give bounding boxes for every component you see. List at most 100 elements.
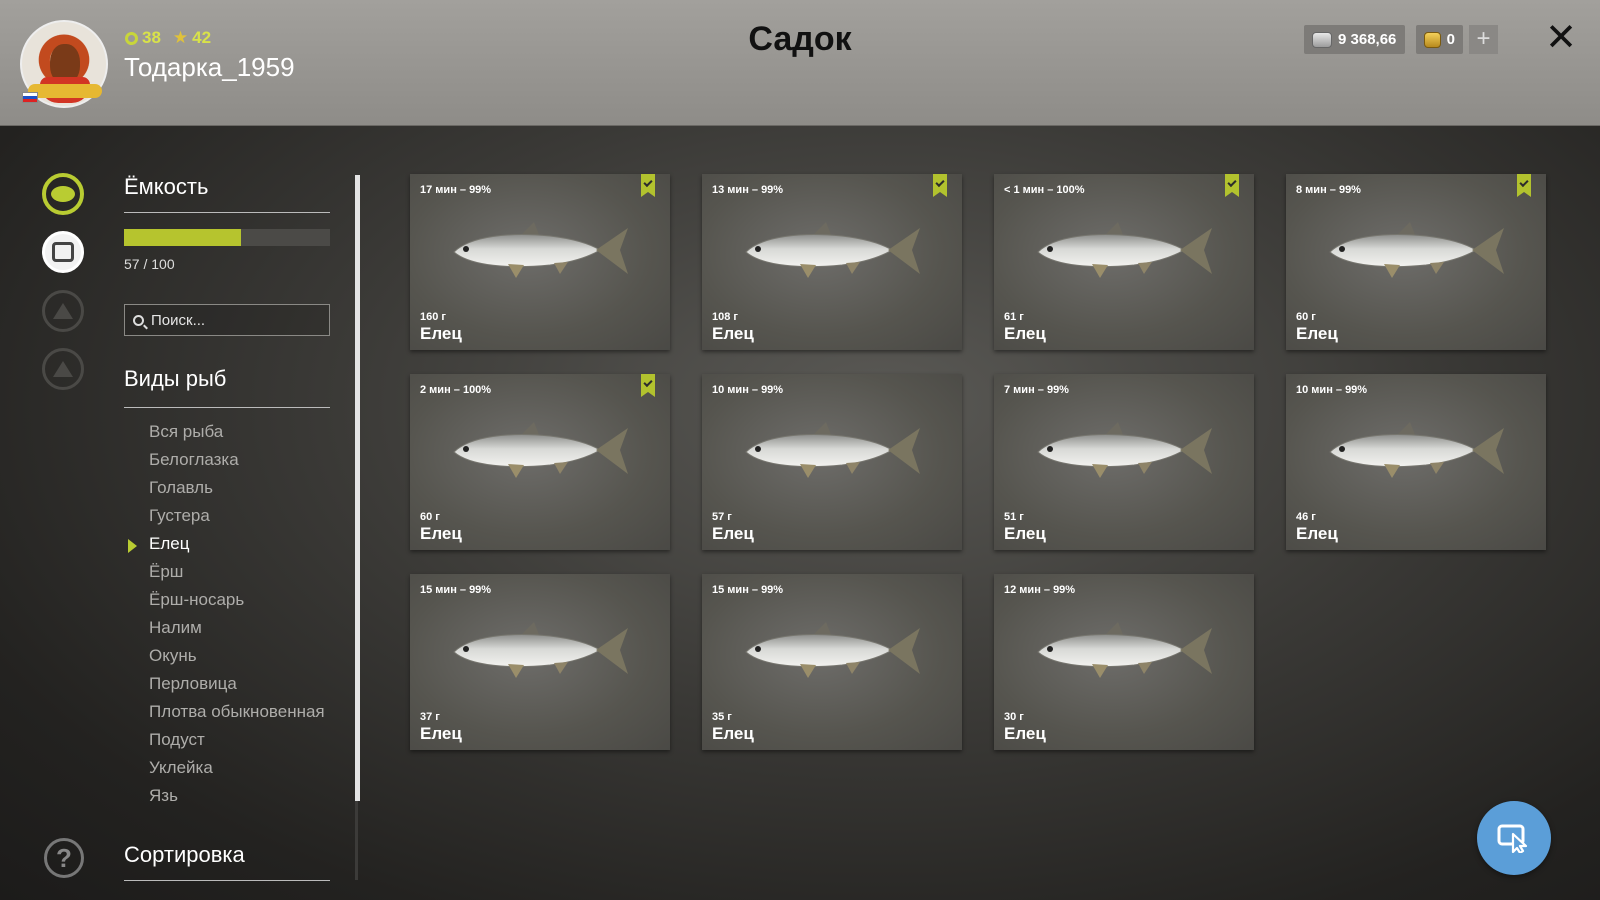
filters-scrollbar-thumb[interactable]	[355, 175, 360, 801]
fish-weight: 60 г	[420, 511, 440, 523]
elets-fish-image	[1037, 622, 1212, 678]
elets-fish-image	[1037, 422, 1212, 478]
silver-coins-icon	[1312, 31, 1332, 48]
elets-fish-image	[1329, 422, 1504, 478]
fish-weight: 61 г	[1004, 311, 1024, 323]
capacity-title: Ёмкость	[124, 174, 209, 199]
fish-card[interactable]: 10 мин – 99% 46 г Елец	[1286, 374, 1546, 550]
search-icon	[133, 314, 144, 326]
fish-weight: 51 г	[1004, 511, 1024, 523]
fish-weight: 30 г	[1004, 711, 1024, 723]
capacity-bar	[124, 229, 330, 246]
tent-icon[interactable]	[42, 290, 84, 332]
fish-name: Елец	[1004, 524, 1046, 543]
fish-name: Елец	[712, 324, 754, 343]
species-item[interactable]: Ёрш	[149, 562, 325, 590]
species-item[interactable]: Плотва обыкновенная	[149, 702, 325, 730]
species-item[interactable]: Елец	[128, 534, 325, 562]
fish-name: Елец	[1004, 724, 1046, 743]
fish-weight: 60 г	[1296, 311, 1316, 323]
russia-flag-icon	[22, 92, 38, 103]
species-list: Вся рыба Белоглазка Голавль Густера Елец Ёрш Ё…	[128, 422, 325, 814]
gold-balance: 0	[1416, 25, 1463, 54]
species-item[interactable]: Подуст	[149, 730, 325, 758]
divider	[124, 212, 330, 213]
cursor-mode-button[interactable]	[1477, 801, 1551, 875]
fish-time-quality: 15 мин – 99%	[420, 584, 492, 596]
fish-icon[interactable]	[42, 173, 84, 215]
fish-time-quality: < 1 мин – 100%	[1004, 184, 1085, 196]
species-item[interactable]: Густера	[149, 506, 325, 534]
fish-name: Елец	[1296, 524, 1338, 543]
fish-card[interactable]: 8 мин – 99% 60 г Елец	[1286, 174, 1546, 350]
elets-fish-image	[745, 422, 920, 478]
bookmark-icon[interactable]	[641, 374, 655, 397]
capacity-text: 57 / 100	[124, 256, 175, 272]
fish-weight: 57 г	[712, 511, 732, 523]
divider	[124, 880, 330, 881]
fish-weight: 108 г	[712, 311, 738, 323]
cursor-pointer-icon	[1497, 824, 1528, 853]
silver-balance: 9 368,66	[1304, 25, 1405, 54]
gold-amount: 0	[1446, 31, 1455, 48]
fish-weight: 35 г	[712, 711, 732, 723]
help-icon[interactable]: ?	[44, 838, 84, 878]
elets-fish-image	[1329, 222, 1504, 278]
elets-fish-image	[745, 222, 920, 278]
fish-time-quality: 10 мин – 99%	[712, 384, 784, 396]
fish-name: Елец	[1296, 324, 1338, 343]
species-item[interactable]: Перловица	[149, 674, 325, 702]
close-button[interactable]: ✕	[1541, 18, 1581, 58]
elets-fish-image	[453, 222, 628, 278]
elets-fish-image	[453, 422, 628, 478]
species-item[interactable]: Окунь	[149, 646, 325, 674]
elets-fish-image	[1037, 222, 1212, 278]
keepnet-icon[interactable]	[42, 231, 84, 273]
gold-coins-icon	[1424, 31, 1441, 48]
species-item[interactable]: Голавль	[149, 478, 325, 506]
fish-time-quality: 8 мин – 99%	[1296, 184, 1361, 196]
fish-card[interactable]: 2 мин – 100% 60 г Елец	[410, 374, 670, 550]
fish-weight: 46 г	[1296, 511, 1316, 523]
bookmark-icon[interactable]	[1225, 174, 1239, 197]
capacity-fill	[124, 229, 242, 246]
top-bar: 38 ★ 42 Тодарка_1959 Садок 9 368,66 0 + …	[0, 0, 1600, 126]
species-item[interactable]: Язь	[149, 786, 325, 814]
fish-time-quality: 15 мин – 99%	[712, 584, 784, 596]
species-item[interactable]: Вся рыба	[149, 422, 325, 450]
bookmark-icon[interactable]	[933, 174, 947, 197]
species-item[interactable]: Ёрш-носарь	[149, 590, 325, 618]
fish-time-quality: 7 мин – 99%	[1004, 384, 1069, 396]
fish-card[interactable]: 15 мин – 99% 35 г Елец	[702, 574, 962, 750]
add-gold-button[interactable]: +	[1469, 25, 1498, 54]
fish-time-quality: 17 мин – 99%	[420, 184, 492, 196]
fish-grid: 17 мин – 99% 160 г Елец 13 мин – 99% 108 г Ел…	[410, 174, 1550, 750]
fish-card[interactable]: < 1 мин – 100% 61 г Елец	[994, 174, 1254, 350]
fish-time-quality: 10 мин – 99%	[1296, 384, 1368, 396]
search-input[interactable]	[151, 311, 321, 329]
species-item[interactable]: Белоглазка	[149, 450, 325, 478]
species-item[interactable]: Налим	[149, 618, 325, 646]
fish-time-quality: 13 мин – 99%	[712, 184, 784, 196]
fish-name: Елец	[420, 524, 462, 543]
fish-name: Елец	[712, 724, 754, 743]
divider	[124, 407, 330, 408]
bookmark-icon[interactable]	[641, 174, 655, 197]
fish-time-quality: 12 мин – 99%	[1004, 584, 1076, 596]
species-item[interactable]: Уклейка	[149, 758, 325, 786]
bookmark-icon[interactable]	[1517, 174, 1531, 197]
fish-name: Елец	[1004, 324, 1046, 343]
fish-card[interactable]: 15 мин – 99% 37 г Елец	[410, 574, 670, 750]
fish-weight: 37 г	[420, 711, 440, 723]
sorting-title: Сортировка	[124, 842, 245, 867]
elets-fish-image	[453, 622, 628, 678]
fish-card[interactable]: 13 мин – 99% 108 г Елец	[702, 174, 962, 350]
elets-fish-image	[745, 622, 920, 678]
fish-card[interactable]: 7 мин – 99% 51 г Елец	[994, 374, 1254, 550]
search-field[interactable]	[124, 304, 330, 336]
fish-time-quality: 2 мин – 100%	[420, 384, 492, 396]
home-icon[interactable]	[42, 348, 84, 390]
fish-card[interactable]: 10 мин – 99% 57 г Елец	[702, 374, 962, 550]
fish-card[interactable]: 17 мин – 99% 160 г Елец	[410, 174, 670, 350]
fish-card[interactable]: 12 мин – 99% 30 г Елец	[994, 574, 1254, 750]
